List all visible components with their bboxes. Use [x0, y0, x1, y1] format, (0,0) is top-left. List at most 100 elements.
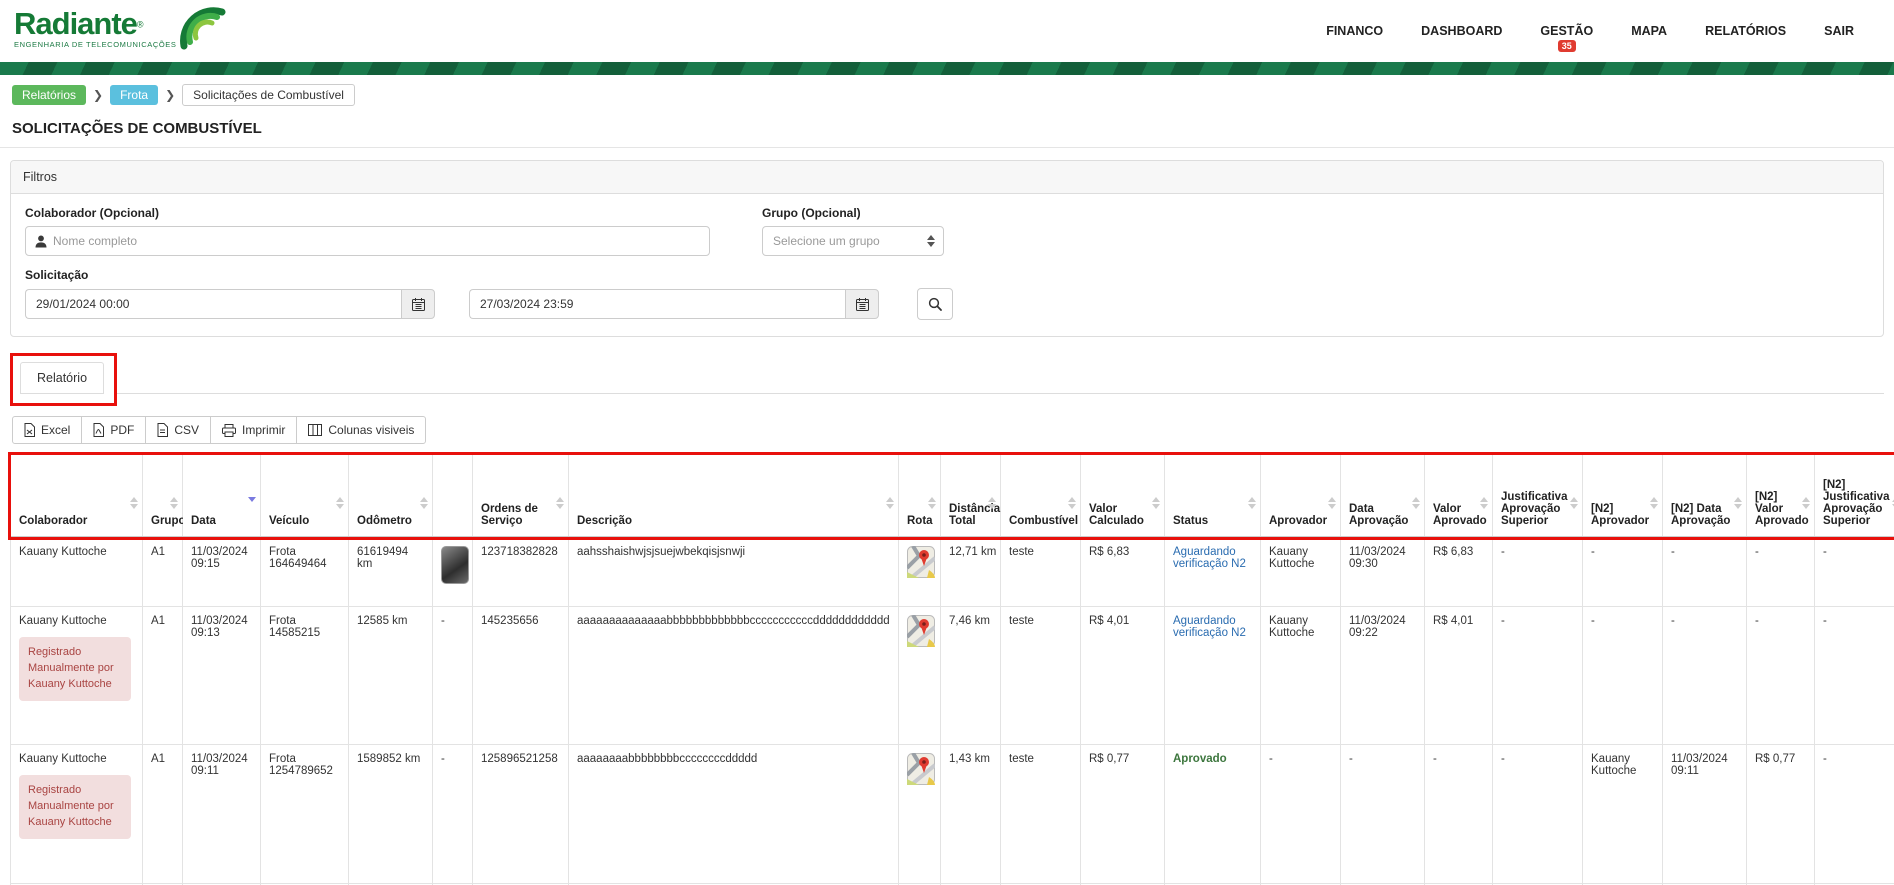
col-header-combustivel[interactable]: Combustível — [1001, 455, 1081, 537]
status-link-pending[interactable]: Aguardando verificação N2 — [1173, 615, 1246, 639]
date-to-input[interactable] — [469, 289, 845, 319]
date-from-input[interactable] — [25, 289, 401, 319]
date-from-calendar-button[interactable] — [401, 289, 435, 319]
cell-rota — [899, 745, 941, 884]
colaborador-input-wrap — [25, 226, 710, 256]
report-section: Relatório Excel PDF CSV — [10, 353, 1884, 885]
col-header-distancia-total[interactable]: Distância Total — [941, 455, 1001, 537]
cell-descricao: aaaaaaaaaaaaaabbbbbbbbbbbbbcccccccccccdd… — [569, 607, 899, 745]
colaborador-input[interactable] — [53, 234, 709, 248]
cell-colaborador: Kauany Kuttoche — [11, 537, 143, 607]
visible-columns-button[interactable]: Colunas visiveis — [296, 416, 426, 444]
select-spinner-icon — [927, 235, 935, 247]
route-map-icon[interactable] — [907, 753, 935, 785]
breadcrumb-separator: ❯ — [165, 88, 175, 102]
col-header-valor-calculado[interactable]: Valor Calculado — [1081, 455, 1165, 537]
breadcrumb-frota[interactable]: Frota — [110, 85, 158, 105]
col-header-descricao[interactable]: Descrição — [569, 455, 899, 537]
route-map-icon[interactable] — [907, 546, 935, 578]
cell-valor-calculado: R$ 0,77 — [1081, 745, 1165, 884]
table-row: Kauany Kuttoche A1 11/03/2024 09:15 Frot… — [11, 537, 1894, 607]
nav-item-mapa[interactable]: MAPA — [1631, 18, 1667, 44]
col-header-n2-justificativa[interactable]: [N2] Justificativa Aprovação Superior — [1815, 455, 1894, 537]
status-link-pending[interactable]: Aguardando verificação N2 — [1173, 546, 1246, 570]
date-to-calendar-button[interactable] — [845, 289, 879, 319]
grupo-select[interactable]: Selecione um grupo — [762, 226, 944, 256]
cell-n2-aprovador: - — [1583, 537, 1663, 607]
colaborador-label: Colaborador (Opcional) — [25, 206, 710, 220]
cell-odometro: 1589852 km — [349, 745, 433, 884]
cell-grupo: A1 — [143, 607, 183, 745]
cell-valor-calculado: R$ 6,83 — [1081, 537, 1165, 607]
col-header-odometro[interactable]: Odômetro — [349, 455, 433, 537]
cell-descricao: aahsshaishwjsjsuejwbekqisjsnwji — [569, 537, 899, 607]
col-header-ordens-servico[interactable]: Ordens de Serviço — [473, 455, 569, 537]
sort-icon — [886, 497, 894, 509]
csv-button[interactable]: CSV — [145, 416, 211, 444]
col-header-n2-valor-aprovado[interactable]: [N2] Valor Aprovado — [1747, 455, 1815, 537]
nav-item-gestao[interactable]: GESTÃO 35 — [1540, 18, 1593, 44]
fuel-requests-table: Colaborador Grupo Data Veículo Odômetro … — [10, 454, 1894, 885]
cell-veiculo: Frota 14585215 — [261, 607, 349, 745]
nav-item-relatorios[interactable]: RELATÓRIOS — [1705, 18, 1786, 44]
sort-icon — [1802, 497, 1810, 509]
printer-icon — [222, 424, 236, 437]
col-header-status[interactable]: Status — [1165, 455, 1261, 537]
cell-rota — [899, 537, 941, 607]
col-header-data-aprovacao[interactable]: Data Aprovação — [1341, 455, 1425, 537]
col-header-n2-aprovador[interactable]: [N2] Aprovador — [1583, 455, 1663, 537]
cell-aprovador: Kauany Kuttoche — [1261, 537, 1341, 607]
col-header-n2-data-aprovacao[interactable]: [N2] Data Aprovação — [1663, 455, 1747, 537]
col-header-veiculo[interactable]: Veículo — [261, 455, 349, 537]
cell-data: 11/03/2024 09:11 — [183, 745, 261, 884]
search-button[interactable] — [917, 288, 953, 320]
excel-button[interactable]: Excel — [12, 416, 82, 444]
col-header-grupo[interactable]: Grupo — [143, 455, 183, 537]
odometer-photo-thumbnail[interactable] — [441, 546, 469, 584]
cell-justificativa: - — [1493, 537, 1583, 607]
cell-distancia: 12,71 km — [941, 537, 1001, 607]
nav-item-financo[interactable]: FINANCO — [1326, 18, 1383, 44]
cell-n2-justificativa: - — [1815, 537, 1894, 607]
report-tab[interactable]: Relatório — [20, 362, 104, 394]
excel-file-icon — [24, 423, 35, 437]
sort-icon — [1328, 497, 1336, 509]
pdf-button[interactable]: PDF — [81, 416, 146, 444]
sort-icon — [928, 497, 936, 509]
manual-registration-badge: Registrado Manualmente por Kauany Kuttoc… — [19, 775, 131, 839]
cell-grupo: A1 — [143, 537, 183, 607]
nav-item-dashboard[interactable]: DASHBOARD — [1421, 18, 1502, 44]
sort-icon — [1734, 497, 1742, 509]
col-header-justificativa[interactable]: Justificativa Aprovação Superior — [1493, 455, 1583, 537]
nav-item-sair[interactable]: SAIR — [1824, 18, 1854, 44]
cell-foto: - — [433, 745, 473, 884]
cell-aprovador: Kauany Kuttoche — [1261, 607, 1341, 745]
col-header-aprovador[interactable]: Aprovador — [1261, 455, 1341, 537]
cell-status: Aprovado — [1165, 745, 1261, 884]
cell-valor-calculado: R$ 4,01 — [1081, 607, 1165, 745]
cell-status: Aguardando verificação N2 — [1165, 607, 1261, 745]
cell-rota — [899, 607, 941, 745]
print-button[interactable]: Imprimir — [210, 416, 297, 444]
cell-n2-valor-aprovado: R$ 0,77 — [1747, 745, 1815, 884]
cell-n2-data-aprovacao: - — [1663, 537, 1747, 607]
breadcrumb-current-page: Solicitações de Combustível — [182, 84, 355, 106]
cell-ordens: 145235656 — [473, 607, 569, 745]
col-header-data[interactable]: Data — [183, 455, 261, 537]
cell-odometro: 61619494 km — [349, 537, 433, 607]
calendar-icon — [856, 298, 869, 311]
cell-combustivel: teste — [1001, 745, 1081, 884]
col-header-rota[interactable]: Rota — [899, 455, 941, 537]
col-header-valor-aprovado[interactable]: Valor Aprovado — [1425, 455, 1493, 537]
breadcrumb-relatorios[interactable]: Relatórios — [12, 85, 86, 105]
radiante-logo: Radiante® ENGENHARIA DE TELECOMUNICAÇÕES — [14, 8, 226, 54]
cell-aprovador: - — [1261, 745, 1341, 884]
table-row: Kauany Kuttoche Registrado Manualmente p… — [11, 607, 1894, 745]
cell-ordens: 125896521258 — [473, 745, 569, 884]
route-map-icon[interactable] — [907, 615, 935, 647]
registered-mark: ® — [137, 20, 144, 30]
cell-grupo: A1 — [143, 745, 183, 884]
breadcrumb-separator: ❯ — [93, 88, 103, 102]
cell-justificativa: - — [1493, 745, 1583, 884]
col-header-colaborador[interactable]: Colaborador — [11, 455, 143, 537]
